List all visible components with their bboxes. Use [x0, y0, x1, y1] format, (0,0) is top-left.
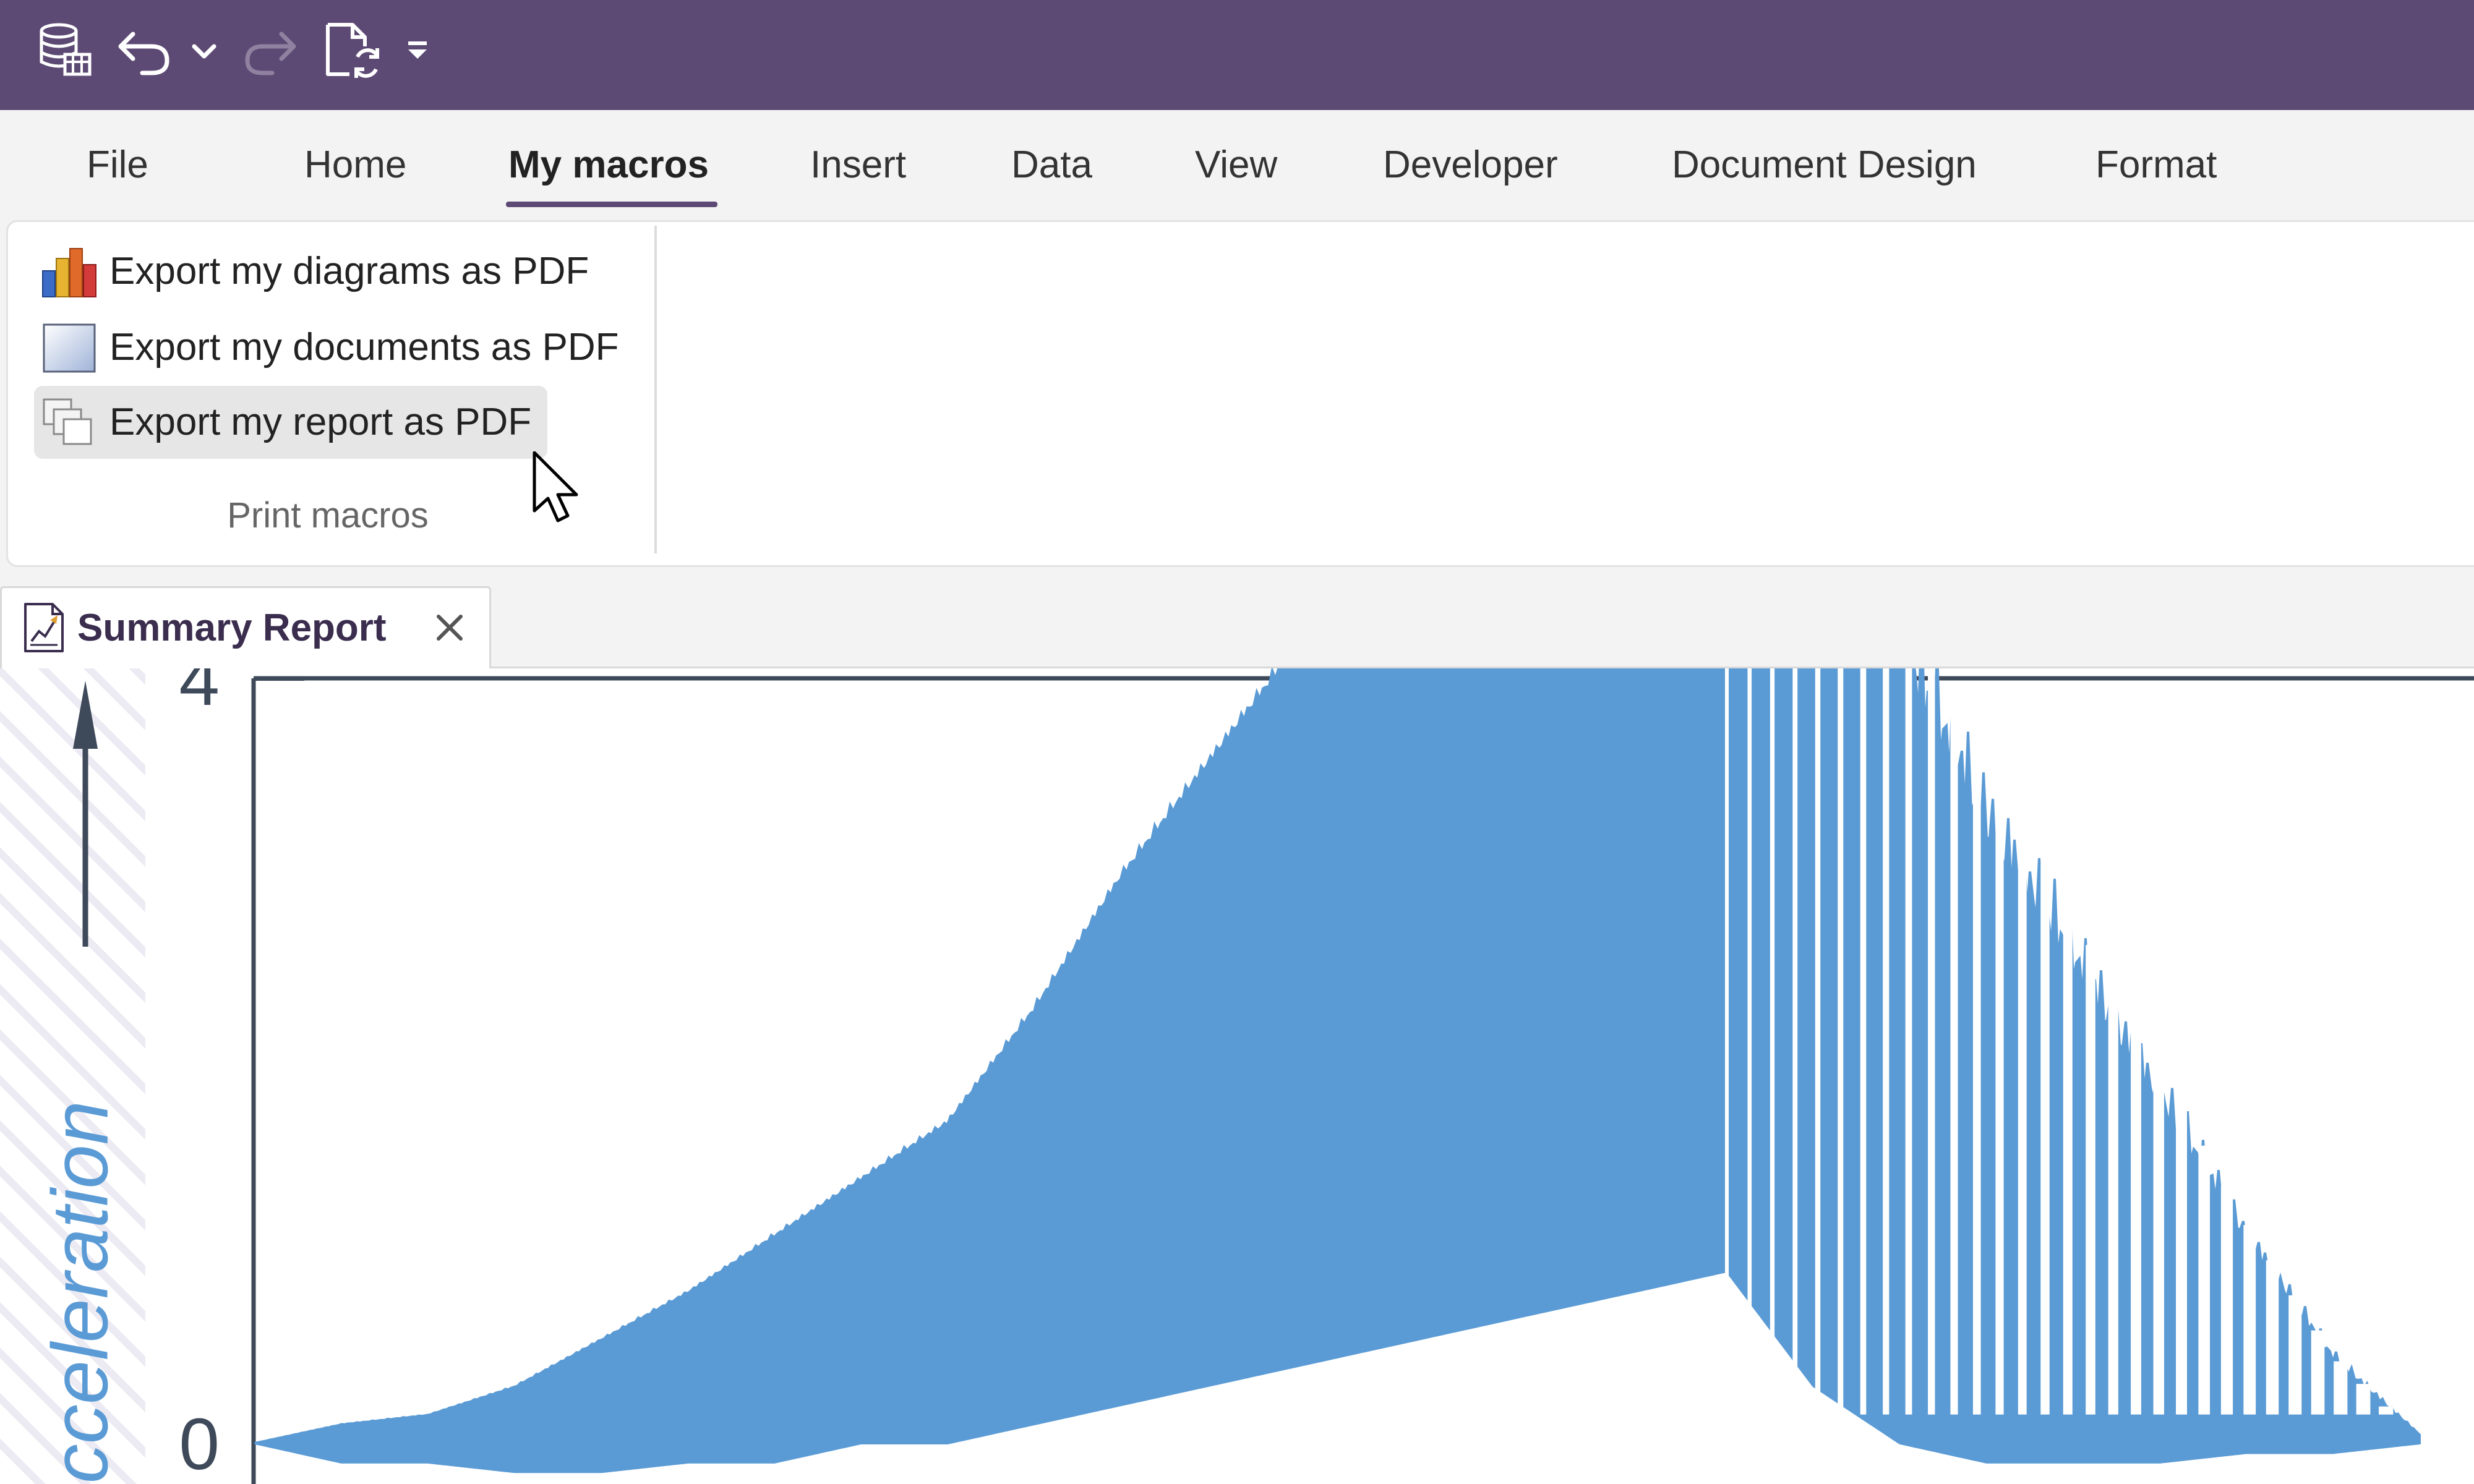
title-bar [0, 0, 2474, 110]
tab-file[interactable]: File [87, 110, 148, 220]
export-diagrams-pdf-button[interactable]: Export my diagrams as PDF [34, 235, 589, 308]
redo-icon[interactable] [238, 19, 300, 80]
y-tick-label-4: 4 [179, 668, 220, 721]
mouse-cursor-icon [533, 451, 578, 522]
y-axis-arrow-head [73, 681, 98, 749]
report-pages-icon [43, 398, 92, 445]
document-tab-summary-report[interactable]: Summary Report [0, 586, 491, 668]
export-documents-pdf-button[interactable]: Export my documents as PDF [34, 311, 619, 384]
tab-document-design[interactable]: Document Design [1672, 110, 1977, 220]
export-report-label: Export my report as PDF [109, 401, 532, 443]
export-documents-label: Export my documents as PDF [109, 326, 619, 369]
tab-format[interactable]: Format [2095, 110, 2217, 220]
ribbon-group-separator [654, 226, 657, 553]
tab-view[interactable]: View [1195, 110, 1277, 220]
bar-chart-icon [42, 248, 96, 297]
y-tick-label-0: 0 [179, 1404, 220, 1484]
acceleration-chart: 04G8 [73, 668, 2474, 1484]
tab-developer[interactable]: Developer [1383, 110, 1558, 220]
y-axis-label: Acceleration [36, 1101, 125, 1484]
customize-toolbar-icon[interactable] [396, 19, 439, 80]
ribbon-tab-row: File Home My macros Insert Data View Dev… [0, 110, 2474, 220]
export-diagrams-label: Export my diagrams as PDF [109, 250, 589, 292]
tab-insert[interactable]: Insert [810, 110, 906, 220]
undo-icon[interactable] [114, 19, 176, 80]
document-icon [43, 323, 96, 373]
database-icon[interactable] [34, 19, 96, 80]
close-icon[interactable] [430, 608, 469, 647]
undo-dropdown-icon[interactable] [186, 19, 223, 80]
export-report-pdf-button[interactable]: Export my report as PDF [34, 386, 547, 459]
document-tab-title: Summary Report [77, 607, 387, 649]
report-icon [24, 603, 64, 652]
chart-area: 04G8 Acceleration [0, 668, 2474, 1484]
refresh-document-icon[interactable] [322, 19, 383, 80]
tab-data[interactable]: Data [1011, 110, 1092, 220]
tab-home[interactable]: Home [304, 110, 406, 220]
active-tab-indicator [506, 202, 717, 207]
